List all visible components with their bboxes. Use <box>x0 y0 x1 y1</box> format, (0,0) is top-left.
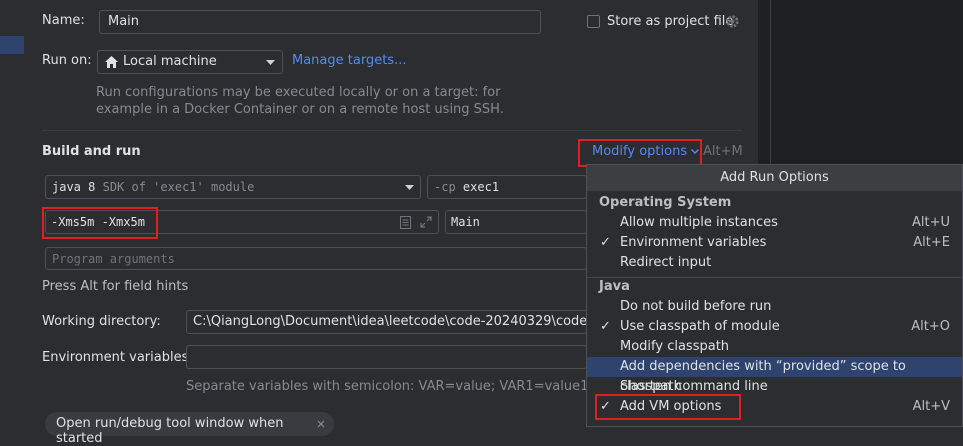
menu-item-shortcut: Alt+O <box>911 319 950 334</box>
name-label-text: Name: <box>42 13 85 28</box>
checkmark-icon: ✓ <box>600 319 611 334</box>
home-icon <box>105 56 118 68</box>
modify-options-label: Modify options <box>592 144 688 159</box>
menu-item-shortcut: Alt+V <box>912 399 950 414</box>
section-separator <box>42 130 742 131</box>
modify-options-link[interactable]: Modify options <box>592 144 700 159</box>
expand-icon[interactable] <box>420 216 432 228</box>
menu-item-label: Do not build before run <box>620 299 772 314</box>
popup-title: Add Run Options <box>587 165 962 191</box>
menu-item-add-dependencies-provided-scope[interactable]: Add dependencies with “provided” scope t… <box>587 357 962 394</box>
menu-item-modify-classpath[interactable]: Modify classpath <box>587 337 962 357</box>
open-tool-window-label: Open run/debug tool window when started <box>56 416 284 446</box>
gear-icon[interactable] <box>725 14 740 29</box>
build-and-run-heading: Build and run <box>42 144 141 159</box>
checkmark-icon: ✓ <box>600 235 611 250</box>
classpath-module-field[interactable]: -cp exec1 <box>427 175 587 199</box>
classpath-value: exec1 <box>462 180 500 194</box>
run-on-hint-line1: Run configurations may be executed local… <box>96 85 501 100</box>
classpath-flag: -cp <box>434 180 456 194</box>
manage-targets-link[interactable]: Manage targets... <box>292 53 406 68</box>
menu-item-shortcut: Alt+E <box>913 235 950 250</box>
divider <box>770 0 771 165</box>
popup-title-text: Add Run Options <box>720 170 829 185</box>
menu-item-shortcut: Alt+U <box>911 215 950 230</box>
field-hints-text: Press Alt for field hints <box>42 279 189 294</box>
open-tool-window-option-chip[interactable]: Open run/debug tool window when started <box>45 412 334 446</box>
left-panel-selected-item[interactable] <box>0 36 24 54</box>
menu-item-label: Allow multiple instances <box>620 215 778 230</box>
program-arguments-field[interactable]: Program arguments <box>45 247 587 270</box>
chevron-down-icon <box>405 185 414 190</box>
background-editor-area <box>758 0 963 165</box>
add-vm-options-highlight <box>595 394 741 420</box>
menu-item-label: Modify classpath <box>620 339 730 354</box>
left-panel-strip <box>0 0 29 427</box>
main-class-value: Main <box>451 215 480 229</box>
name-label: Name: <box>42 13 85 28</box>
store-as-project-file-checkbox[interactable] <box>587 15 600 28</box>
menu-item-use-classpath-of-module[interactable]: ✓ Use classpath of module Alt+O <box>587 317 962 337</box>
document-icon[interactable] <box>400 216 411 229</box>
run-on-label: Run on: <box>42 53 92 68</box>
group-heading-java: Java <box>599 279 630 294</box>
environment-variables-field[interactable] <box>186 345 587 369</box>
menu-item-environment-variables[interactable]: ✓ Environment variables Alt+E <box>587 233 962 253</box>
menu-item-redirect-input[interactable]: Redirect input <box>587 253 962 273</box>
modify-options-shortcut: Alt+M <box>703 144 743 159</box>
program-arguments-placeholder: Program arguments <box>52 252 175 266</box>
name-field[interactable]: Main <box>99 10 541 34</box>
menu-item-label: Use classpath of module <box>620 319 780 334</box>
menu-item-do-not-build-before-run[interactable]: Do not build before run <box>587 297 962 317</box>
run-on-value: Local machine <box>123 54 217 69</box>
working-directory-label: Working directory: <box>42 314 161 329</box>
jdk-hint: SDK of 'exec1' module <box>102 180 255 194</box>
working-directory-field[interactable]: C:\QiangLong\Document\idea\leetcode\code… <box>186 310 587 334</box>
environment-variables-label: Environment variables: <box>42 350 193 365</box>
run-on-combobox[interactable]: Local machine <box>97 50 283 74</box>
name-field-value: Main <box>108 14 140 29</box>
store-as-project-file-label: Store as project file <box>607 14 734 29</box>
menu-item-label: Environment variables <box>620 235 767 250</box>
jdk-combobox[interactable]: java 8 SDK of 'exec1' module <box>45 175 421 199</box>
environment-variables-hint: Separate variables with semicolon: VAR=v… <box>186 379 589 394</box>
menu-item-allow-multiple-instances[interactable]: Allow multiple instances Alt+U <box>587 213 962 233</box>
popup-separator <box>587 277 962 278</box>
chevron-down-icon <box>266 60 275 65</box>
group-heading-operating-system: Operating System <box>599 195 732 210</box>
add-run-options-popup: Add Run Options Operating System Allow m… <box>586 164 963 427</box>
main-class-field[interactable]: Main <box>445 210 587 234</box>
vm-options-highlight <box>42 207 158 239</box>
jdk-name: java 8 <box>52 180 96 194</box>
working-directory-value: C:\QiangLong\Document\idea\leetcode\code… <box>193 314 587 329</box>
run-on-hint-line2: example in a Docker Container or on a re… <box>96 102 504 117</box>
menu-item-label: Redirect input <box>620 255 712 270</box>
chevron-down-icon <box>691 148 700 154</box>
